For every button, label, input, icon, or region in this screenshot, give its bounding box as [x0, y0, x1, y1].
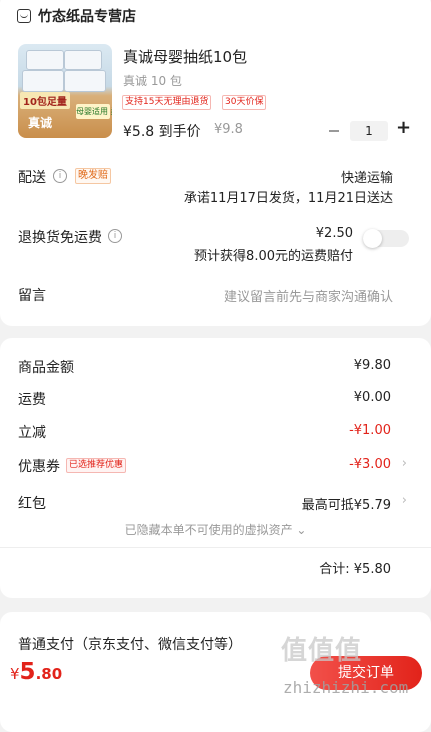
message-label: 留言 [18, 288, 46, 304]
order-total: 合计: ¥5.80 [319, 562, 391, 577]
late-compensation-tag: 晚发赔 [75, 168, 111, 184]
pay-amount-integer: 5 [19, 659, 36, 685]
pay-amount: ¥5.80 [10, 659, 62, 685]
shop-icon [17, 9, 31, 23]
shipping-fee-value: ¥0.00 [353, 390, 391, 405]
product-image-logo: 真诚 [28, 116, 53, 130]
product-price: ¥5.8 到手价 [123, 124, 201, 140]
return-shipping-price: ¥2.50 [315, 226, 353, 241]
delivery-promise: 承诺11月17日发货，11月21日送达 [183, 191, 393, 206]
shop-name[interactable]: 竹态纸品专营店 [38, 6, 136, 26]
product-spec: 真诚 10 包 [123, 74, 182, 88]
watermark-logo: 值值值 [281, 636, 363, 666]
pay-amount-decimal: .80 [35, 665, 63, 683]
red-packet-chevron-icon[interactable]: › [402, 493, 407, 508]
return-policy-tag: 支持15天无理由退货 [122, 95, 212, 110]
instant-discount-label: 立减 [18, 425, 46, 441]
coupon-recommended-tag: 已选推荐优惠 [66, 458, 127, 473]
instant-discount-value: -¥1.00 [349, 423, 391, 438]
delivery-info-icon[interactable]: i [53, 169, 67, 183]
quantity-input[interactable]: 1 [350, 121, 388, 141]
red-packet-value[interactable]: 最高可抵¥5.79 [302, 494, 391, 513]
shipping-method[interactable]: 快递运输 [341, 167, 393, 186]
goods-amount-value: ¥9.80 [353, 358, 391, 373]
quantity-minus-button[interactable] [329, 130, 339, 132]
goods-amount-label: 商品金额 [18, 360, 74, 376]
coupon-chevron-icon[interactable]: › [402, 456, 407, 471]
product-title[interactable]: 真诚母婴抽纸10包 [123, 46, 247, 67]
return-shipping-compensation: 预计获得8.00元的运费赔付 [194, 249, 353, 264]
price-protect-tag: 30天价保 [222, 95, 267, 110]
return-shipping-label: 退换货免运费 [18, 230, 102, 246]
coupon-value[interactable]: -¥3.00 [349, 457, 391, 472]
divider [0, 547, 431, 548]
return-shipping-info-icon[interactable]: i [108, 229, 122, 243]
product-image[interactable]: 10包足量 真诚 母婴适用 柔软亲肤 [18, 44, 112, 138]
message-input[interactable]: 建议留言前先与商家沟通确认 [224, 286, 393, 305]
red-packet-label: 红包 [18, 496, 46, 512]
pay-currency: ¥ [10, 665, 20, 683]
watermark-url: zhizhizhi.com [283, 678, 409, 697]
product-image-tag: 母婴适用 柔软亲肤 [76, 104, 112, 119]
delivery-label: 配送 [18, 170, 46, 186]
shipping-fee-label: 运费 [18, 392, 46, 408]
product-image-badge: 10包足量 [20, 92, 70, 109]
toggle-knob [363, 229, 382, 248]
quantity-plus-button[interactable]: + [396, 118, 411, 138]
original-price: ¥9.8 [214, 122, 243, 137]
payment-method-label[interactable]: 普通支付（京东支付、微信支付等） [18, 634, 242, 654]
hidden-assets-toggle[interactable]: 已隐藏本单不可使用的虚拟资产 ⌄ [0, 521, 431, 538]
coupon-label: 优惠券 [18, 459, 60, 475]
